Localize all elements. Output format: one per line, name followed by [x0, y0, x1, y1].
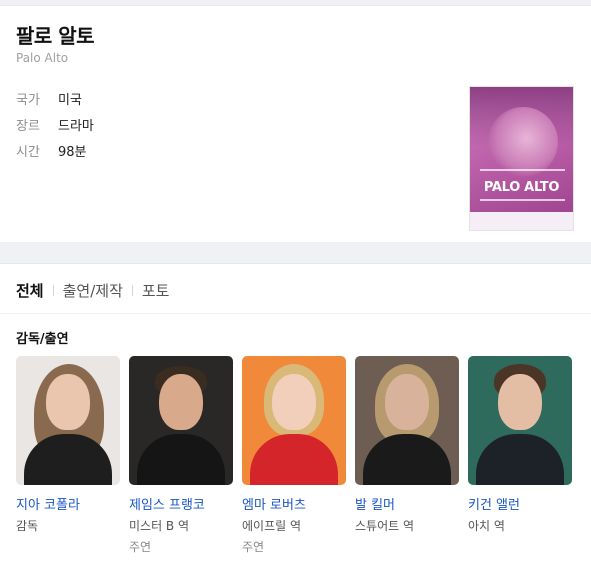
poster-line	[480, 199, 565, 201]
cast-photo[interactable]	[355, 356, 459, 485]
cast-role: 스튜어트 역	[355, 519, 415, 533]
cast-name[interactable]: 발 킬머	[355, 494, 459, 513]
cast-item[interactable]: 제임스 프랭코 미스터 B 역 주연	[129, 356, 233, 555]
tab-divider	[52, 285, 54, 296]
info-row-genre: 장르 드라마	[16, 115, 94, 134]
tab-divider	[131, 285, 133, 296]
cast-item[interactable]: 엠마 로버츠 에이프릴 역 주연	[242, 356, 346, 555]
tab-photo[interactable]: 포토	[142, 280, 170, 301]
tab-all[interactable]: 전체	[16, 280, 44, 301]
cast-item[interactable]: 지아 코폴라 감독	[16, 356, 120, 534]
cast-credit: 주연	[129, 540, 152, 554]
cast-name[interactable]: 엠마 로버츠	[242, 494, 346, 513]
info-value: 드라마	[58, 119, 94, 134]
cast-role: 아치 역	[468, 519, 505, 533]
poster-face	[488, 107, 558, 177]
movie-info-card: 팔로 알토 Palo Alto 국가 미국 장르 드라마 시간 98분 PALO AL…	[0, 5, 591, 242]
cast-card: 전체 출연/제작 포토 감독/출연 지아 코폴라 감독 제임스 프랭코 미스터 …	[0, 263, 591, 573]
cast-role: 에이프릴 역	[242, 519, 302, 533]
cast-name[interactable]: 제임스 프랭코	[129, 494, 233, 513]
info-row-country: 국가 미국	[16, 89, 82, 108]
cast-photo[interactable]	[468, 356, 572, 485]
info-label: 장르	[16, 119, 40, 134]
cast-credit: 주연	[242, 540, 265, 554]
tab-cast-crew[interactable]: 출연/제작	[63, 280, 123, 301]
cast-name[interactable]: 지아 코폴라	[16, 494, 120, 513]
cast-item[interactable]: 키건 앨런 아치 역	[468, 356, 572, 534]
info-row-runtime: 시간 98분	[16, 141, 87, 160]
movie-title[interactable]: 팔로 알토	[16, 20, 95, 49]
info-label: 국가	[16, 93, 40, 108]
cast-role: 미스터 B 역	[129, 519, 190, 533]
info-value: 98분	[58, 145, 87, 160]
poster-footer	[470, 212, 573, 230]
info-label: 시간	[16, 145, 40, 160]
cast-role: 감독	[16, 519, 39, 533]
cast-photo[interactable]	[242, 356, 346, 485]
movie-poster[interactable]: PALO ALTO	[469, 86, 574, 231]
tab-divider-line	[0, 313, 591, 314]
movie-original-title: Palo Alto	[16, 51, 69, 65]
section-title: 감독/출연	[16, 332, 69, 347]
poster-line	[480, 169, 565, 171]
poster-title: PALO ALTO	[483, 180, 560, 195]
cast-name[interactable]: 키건 앨런	[468, 494, 572, 513]
info-value: 미국	[58, 93, 82, 108]
cast-item[interactable]: 발 킬머 스튜어트 역	[355, 356, 459, 534]
cast-photo[interactable]	[129, 356, 233, 485]
cast-photo[interactable]	[16, 356, 120, 485]
tab-bar: 전체 출연/제작 포토	[16, 280, 169, 301]
